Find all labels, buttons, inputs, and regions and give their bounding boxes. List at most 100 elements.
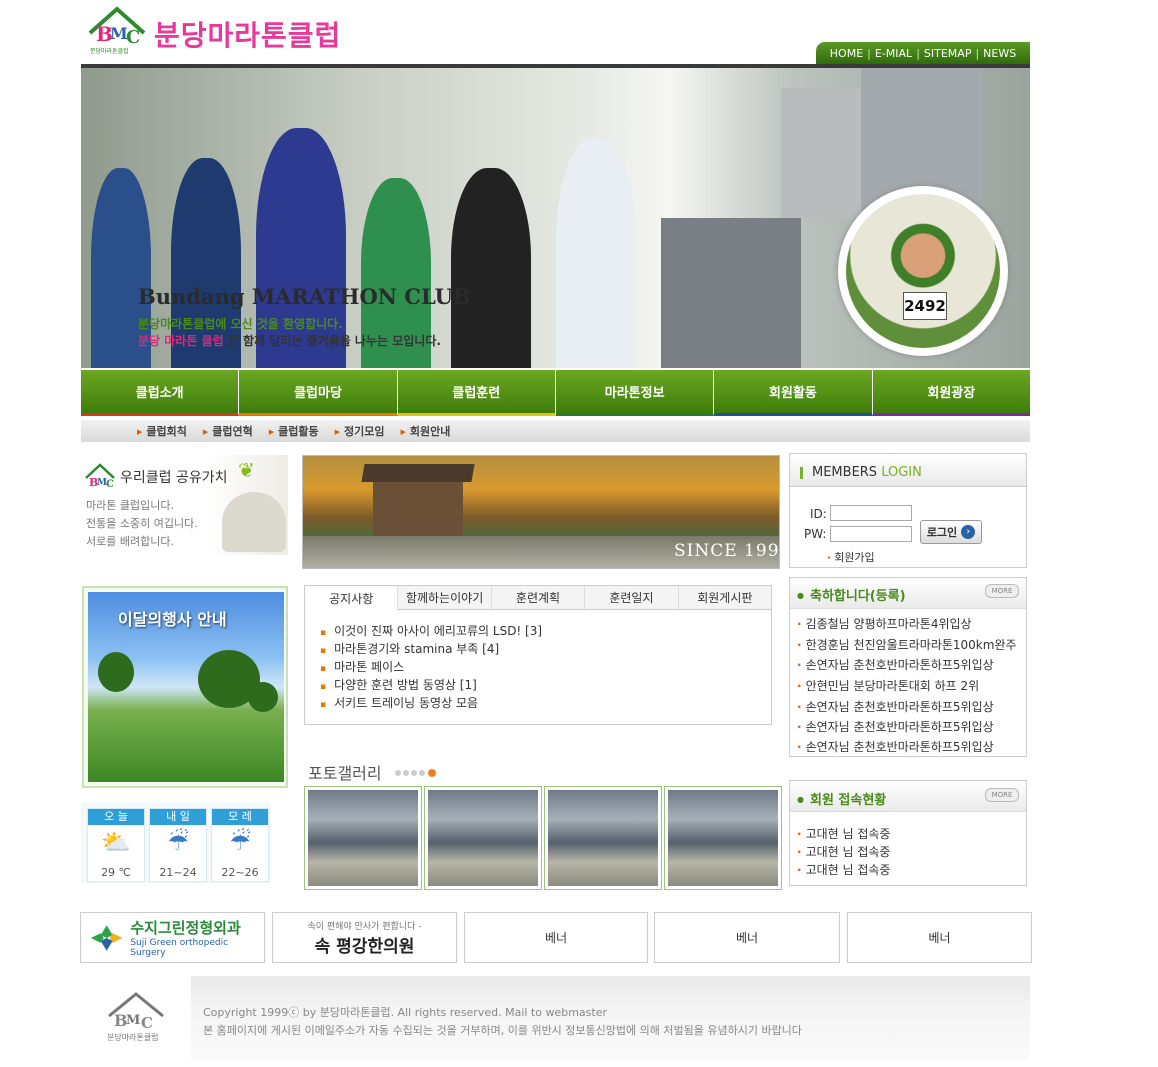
congrats-item[interactable]: 손연자님 춘천호반마라톤하프5위입상 — [797, 698, 994, 715]
notice-item[interactable]: 서키트 트레이닝 동영상 모음 — [320, 694, 478, 711]
share-value-line: 마라톤 클럽입니다. — [86, 499, 174, 512]
hero-runner-photo — [846, 194, 1000, 348]
congrats-item[interactable]: 한경훈님 천진암울트라마라톤100km완주 — [797, 636, 1017, 653]
banner-suji-green[interactable]: 수지그린정형외과 Suji Green orthopedic Surgery — [80, 912, 265, 963]
main-nav: 클럽소개 클럽마당 클럽훈련 마라톤정보 회원활동 회원광장 — [81, 370, 1030, 416]
umbrella-rain-icon: ☔ — [167, 828, 189, 856]
notice-item[interactable]: 이것이 진짜 아사이 에리꼬류의 LSD! [3] — [320, 622, 542, 639]
tab-training-log[interactable]: 훈련일지 — [584, 586, 678, 610]
login-title-members: MEMBERS — [812, 465, 878, 480]
mill-roof — [361, 464, 475, 482]
nav-member-activity[interactable]: 회원활동 — [714, 370, 873, 416]
logo-caption: 분당마라톤클럽 — [90, 47, 129, 55]
tree-shape — [98, 652, 134, 692]
banner-slot[interactable]: 베너 — [654, 912, 840, 963]
subnav-history[interactable]: 클럽연혁 — [203, 423, 252, 439]
top-links: HOME | E-MIAL | SITEMAP | NEWS — [816, 42, 1030, 64]
footer-logo: B M C 분당마라톤클럽 — [81, 976, 191, 1060]
notice-item[interactable]: 마라톤경기와 stamina 부족 [4] — [320, 640, 499, 657]
congrats-item[interactable]: 손연자님 춘천호반마라톤하프5위입상 — [797, 718, 994, 735]
suji-name-en: Suji Green orthopedic Surgery — [130, 938, 229, 958]
weather-day-after: 모 레 ☔ 22~26 — [211, 808, 269, 882]
nav-member-plaza[interactable]: 회원광장 — [872, 370, 1030, 416]
subnav-member-guide[interactable]: 회원안내 — [401, 423, 450, 439]
login-header-bar — [800, 467, 803, 479]
notice-item[interactable]: 다양한 훈련 방법 동영상 [1] — [320, 676, 477, 693]
id-input[interactable] — [830, 505, 912, 521]
separator: | — [916, 46, 920, 60]
congrats-more-button[interactable]: MORE — [985, 584, 1019, 598]
weather-temp: 22~26 — [221, 866, 259, 879]
arrow-right-icon: › — [961, 525, 976, 539]
club-logo-small: BMC — [84, 462, 116, 495]
tab-together-story[interactable]: 함께하는이야기 — [397, 586, 491, 610]
banner-slot[interactable]: 베너 — [847, 912, 1032, 963]
subnav-rules[interactable]: 클럽회칙 — [137, 423, 186, 439]
notice-item[interactable]: 마라톤 페이스 — [320, 658, 404, 675]
password-input[interactable] — [830, 526, 912, 542]
gallery-thumbnail[interactable] — [664, 786, 782, 890]
crowd — [661, 218, 801, 368]
congrats-item[interactable]: 안현민님 분당마라톤대회 하프 2위 — [797, 677, 980, 694]
subnav-activities[interactable]: 클럽활동 — [269, 423, 318, 439]
footer-copyright: Copyright 1999ⓒ by 분당마라톤클럽. All rights r… — [203, 1006, 608, 1019]
id-label: ID: — [810, 507, 827, 521]
clover-icon — [90, 924, 123, 951]
photo-gallery-title[interactable]: 포토갤러리 — [308, 760, 382, 784]
online-more-button[interactable]: MORE — [985, 788, 1019, 802]
weather-today: 오 늘 ⛅ 29 ℃ — [87, 808, 145, 882]
login-title-login: LOGIN — [881, 465, 922, 480]
congrats-item[interactable]: 김종철님 양평하프마라톤4위입상 — [797, 615, 972, 632]
gallery-thumbnail[interactable] — [304, 786, 422, 890]
monthly-event-title[interactable]: 이달의행사 안내 — [118, 606, 227, 630]
login-title: MEMBERS LOGIN — [812, 465, 922, 480]
tree-shape — [248, 682, 278, 712]
nav-marathon-info[interactable]: 마라톤정보 — [555, 370, 715, 416]
since-caption: SINCE 1999 — [674, 541, 792, 561]
board-tabs: 공지사항 함께하는이야기 훈련계획 훈련일지 회원게시판 — [305, 586, 772, 610]
share-values-title: 우리클럽 공유가치 — [120, 470, 228, 486]
nav-club-intro[interactable]: 클럽소개 — [81, 370, 240, 416]
svg-text:C: C — [106, 479, 114, 490]
gallery-thumbnail[interactable] — [544, 786, 662, 890]
online-member-item: 고대현 님 접속중 — [797, 843, 891, 860]
tab-member-board[interactable]: 회원게시판 — [677, 586, 772, 610]
congrats-item[interactable]: 손연자님 춘천호반마라톤하프5위입상 — [797, 738, 994, 755]
banner-slot[interactable]: 베너 — [464, 912, 648, 963]
login-button[interactable]: 로그인 › — [920, 520, 982, 544]
umbrella-rain-icon: ☔ — [229, 828, 251, 856]
svg-text:C: C — [126, 27, 140, 48]
pyeonggang-tagline: 속이 편해야 만사가 편합니다 - — [307, 921, 422, 932]
runner-figure — [556, 138, 636, 368]
hero-slogan-text: 은 함께 달리는 즐거움을 나누는 모입니다. — [223, 334, 441, 348]
online-title[interactable]: 회원 접속현황 — [797, 789, 886, 808]
top-link-email[interactable]: E-MIAL — [875, 47, 912, 60]
tab-notice[interactable]: 공지사항 — [305, 586, 398, 610]
site-logo[interactable]: B M C 분당마라톤클럽 — [86, 3, 148, 55]
tab-training-plan[interactable]: 훈련계획 — [490, 586, 585, 610]
nav-club-yard[interactable]: 클럽마당 — [239, 370, 398, 416]
partly-cloudy-icon: ⛅ — [101, 828, 131, 856]
mill-house — [373, 476, 463, 536]
pyeonggang-name: 속 평강한의원 — [314, 936, 415, 957]
share-value-line: 전통을 소중히 여깁니다. — [86, 517, 198, 530]
congrats-item[interactable]: 손연자님 춘천호반마라톤하프5위입상 — [797, 656, 994, 673]
hero-brand: Bundang MARATHON CLUB — [138, 284, 471, 309]
svg-text:C: C — [141, 1014, 153, 1032]
top-link-news[interactable]: NEWS — [983, 47, 1016, 60]
nav-club-training[interactable]: 클럽훈련 — [397, 370, 556, 416]
top-link-sitemap[interactable]: SITEMAP — [924, 47, 972, 60]
congrats-title[interactable]: 축하합니다(등록) — [797, 585, 906, 604]
gallery-thumbnail[interactable] — [424, 786, 542, 890]
weather-temp: 21~24 — [159, 866, 197, 879]
join-link[interactable]: 회원가입 — [827, 549, 874, 565]
subnav-meetings[interactable]: 정기모임 — [335, 423, 384, 439]
banner-pyeonggang[interactable]: 속이 편해야 만사가 편합니다 - 속 평강한의원 — [272, 912, 457, 963]
hero-bib-number: 2492 — [903, 292, 947, 320]
online-member-item: 고대현 님 접속중 — [797, 861, 891, 878]
weather-temp: 29 ℃ — [101, 866, 131, 879]
top-link-home[interactable]: HOME — [830, 47, 863, 60]
tree-illustration — [222, 492, 286, 552]
share-value-line: 서로를 배려합니다. — [86, 535, 174, 548]
hero-slogan-highlight: 분당 마라톤 클럽 — [138, 334, 224, 348]
